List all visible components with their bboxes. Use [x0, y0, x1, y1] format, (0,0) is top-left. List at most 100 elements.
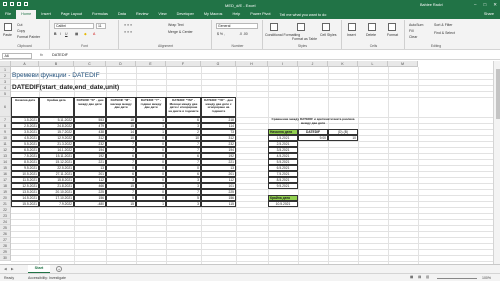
table-header-cell[interactable]: DATEDIF "YM" - Месеци между две дати с и…: [166, 97, 201, 117]
align-left-icon[interactable]: ≡ ≡ ≡: [124, 30, 132, 34]
autosum-button[interactable]: AutoSum: [409, 23, 423, 27]
row-header[interactable]: 6: [0, 97, 11, 117]
find-select-button[interactable]: Find & Select: [434, 31, 455, 35]
table-cell[interactable]: 15: [106, 201, 136, 207]
number-format-select[interactable]: General: [216, 23, 258, 29]
tab-home[interactable]: Home: [16, 10, 37, 19]
table-header-cell[interactable]: DATEDIF "Y" - години между две дати: [136, 97, 166, 117]
paste-icon[interactable]: [4, 23, 12, 31]
underline-icon[interactable]: U: [65, 32, 68, 36]
table-header-cell[interactable]: DATEDIF "D" - дни между две дати: [74, 97, 106, 117]
user-name[interactable]: Bahlee Radvi: [420, 3, 443, 7]
sheet-tab-start[interactable]: Start: [28, 265, 50, 273]
column-header[interactable]: D: [106, 61, 136, 67]
row-header[interactable]: 30: [0, 255, 11, 261]
font-color-icon[interactable]: A: [93, 32, 95, 36]
insert-cells-icon[interactable]: [348, 23, 356, 31]
name-box[interactable]: A6: [2, 52, 32, 59]
tab-data[interactable]: Data: [113, 10, 131, 19]
paste-button[interactable]: Paste: [3, 33, 12, 37]
table-cell[interactable]: 3: [166, 201, 201, 207]
accessibility-status[interactable]: Accessibility: Investigate: [28, 276, 66, 280]
cell-styles-icon[interactable]: [322, 23, 330, 31]
column-header[interactable]: M: [388, 61, 418, 67]
worksheet-grid[interactable]: A B C D E F G H I J K L M 1 2 3 4 5 6 7 8 9 10 11 12 13 14 15 16 17 18…: [0, 61, 493, 264]
tab-review[interactable]: Review: [131, 10, 153, 19]
fx-icon[interactable]: fx: [40, 53, 43, 57]
table-header-cell[interactable]: DATEDIF "YD" - дни между две дати с игно…: [201, 97, 236, 117]
tab-prev-icon[interactable]: ◀: [4, 267, 7, 271]
column-header[interactable]: G: [201, 61, 236, 67]
view-layout-icon[interactable]: ▤: [418, 275, 421, 279]
add-sheet-icon[interactable]: +: [56, 266, 62, 272]
borders-icon[interactable]: ▦: [75, 32, 78, 36]
column-header[interactable]: K: [328, 61, 358, 67]
format-button[interactable]: Format: [387, 33, 398, 37]
column-header[interactable]: J: [298, 61, 328, 67]
syntax-text[interactable]: DATEDIF(start_date,end_date,unit): [11, 84, 166, 91]
tab-power-pivot[interactable]: Power Pivot: [245, 10, 275, 19]
share-button[interactable]: Share: [484, 12, 494, 16]
wrap-text-button[interactable]: Wrap Text: [168, 23, 184, 27]
column-header[interactable]: H: [236, 61, 268, 67]
table-cell[interactable]: 15.5.2021: [11, 201, 39, 207]
table-cell[interactable]: 7.9.2022: [39, 201, 74, 207]
column-header[interactable]: B: [39, 61, 74, 67]
view-pagebreak-icon[interactable]: ▥: [426, 275, 429, 279]
maximize-icon[interactable]: □: [484, 2, 487, 8]
table-header-cell[interactable]: DATEDIF "M" - месеци между две дати: [106, 97, 136, 117]
clear-button[interactable]: Clear: [409, 35, 417, 39]
tab-view[interactable]: View: [153, 10, 171, 19]
font-name-select[interactable]: Calibri: [54, 23, 94, 29]
table-header-cell[interactable]: Крайна дата: [39, 97, 74, 117]
tab-file[interactable]: File: [0, 10, 16, 19]
tab-developer[interactable]: Developer: [172, 10, 199, 19]
column-header[interactable]: E: [136, 61, 166, 67]
tell-me-search[interactable]: Tell me what you want to do: [280, 13, 327, 17]
zoom-slider[interactable]: [437, 277, 477, 279]
fill-color-icon[interactable]: ◆: [84, 32, 87, 36]
delete-button[interactable]: Delete: [366, 33, 376, 37]
comparison-date[interactable]: 9.5.2021: [268, 183, 298, 189]
merge-center-button[interactable]: Merge & Center: [168, 30, 193, 34]
cut-button[interactable]: Cut: [17, 23, 22, 27]
end-date-value[interactable]: 10.5.2021: [268, 201, 298, 207]
tab-page-layout[interactable]: Page Layout: [56, 10, 87, 19]
tab-insert[interactable]: Insert: [36, 10, 56, 19]
format-as-table-button[interactable]: Format as Table: [292, 37, 317, 41]
format-cells-icon[interactable]: [388, 23, 396, 31]
scroll-thumb[interactable]: [495, 69, 500, 119]
redo-icon[interactable]: [24, 2, 28, 6]
cell-styles-button[interactable]: Cell Styles: [320, 33, 337, 37]
undo-icon[interactable]: [17, 2, 21, 6]
view-normal-icon[interactable]: ▦: [410, 275, 413, 279]
column-header[interactable]: A: [11, 61, 39, 67]
formula-input[interactable]: DATEDIF: [52, 53, 68, 57]
column-header[interactable]: C: [74, 61, 106, 67]
close-icon[interactable]: ✕: [493, 2, 497, 8]
column-header[interactable]: F: [166, 61, 201, 67]
tab-help[interactable]: Help: [227, 10, 245, 19]
table-cell[interactable]: -480: [74, 201, 106, 207]
currency-icon[interactable]: $ % ,: [217, 32, 225, 36]
italic-icon[interactable]: I: [60, 32, 61, 36]
column-header[interactable]: I: [268, 61, 298, 67]
save-icon[interactable]: [10, 2, 14, 6]
conditional-formatting-icon[interactable]: [270, 23, 278, 31]
datedif-result[interactable]: 9.00: [298, 135, 328, 141]
zoom-level[interactable]: 100%: [482, 276, 491, 280]
fill-button[interactable]: Fill: [409, 29, 413, 33]
format-table-icon[interactable]: [297, 23, 305, 31]
comparison-title[interactable]: Сравнение между DATEDIF и арктиметичната…: [268, 117, 358, 129]
insert-button[interactable]: Insert: [347, 33, 356, 37]
table-header-cell[interactable]: Начална дата: [11, 97, 39, 117]
sheet-title[interactable]: Времеви функции - DATEDIF: [11, 72, 166, 79]
decimal-icon[interactable]: .0 .00: [239, 32, 248, 36]
diff-result[interactable]: 10: [328, 135, 358, 141]
align-top-icon[interactable]: ≡ ≡ ≡: [124, 23, 132, 27]
format-painter-button[interactable]: Format Painter: [17, 35, 40, 39]
tab-next-icon[interactable]: ▶: [11, 267, 14, 271]
column-header[interactable]: L: [358, 61, 388, 67]
tab-formulas[interactable]: Formulas: [87, 10, 113, 19]
font-size-select[interactable]: 11: [96, 23, 106, 29]
